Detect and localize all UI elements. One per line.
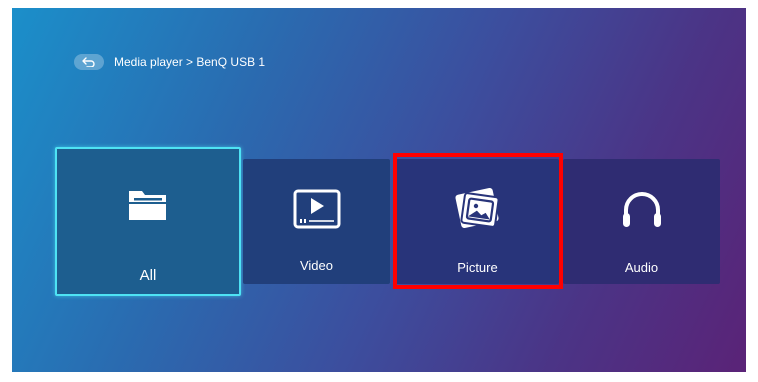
folder-icon: [126, 187, 170, 228]
tile-audio-label: Audio: [624, 260, 659, 275]
tile-all[interactable]: All: [55, 147, 241, 296]
media-player-screen: Media player > BenQ USB 1 All Video Pict…: [12, 8, 746, 372]
breadcrumb-path: Media player > BenQ USB 1: [114, 55, 266, 69]
tile-picture[interactable]: Picture: [396, 159, 559, 284]
tile-all-label: All: [139, 267, 157, 284]
picture-icon: [452, 187, 504, 238]
back-arrow-icon: [82, 57, 96, 67]
breadcrumb: Media player > BenQ USB 1: [74, 53, 265, 71]
tile-video[interactable]: Video: [243, 159, 390, 284]
back-button[interactable]: [74, 54, 104, 70]
tile-picture-label: Picture: [457, 260, 498, 275]
headphones-icon: [620, 189, 664, 234]
tile-audio[interactable]: Audio: [563, 159, 720, 284]
video-player-icon: [293, 189, 341, 234]
tile-video-label: Video: [299, 258, 333, 273]
